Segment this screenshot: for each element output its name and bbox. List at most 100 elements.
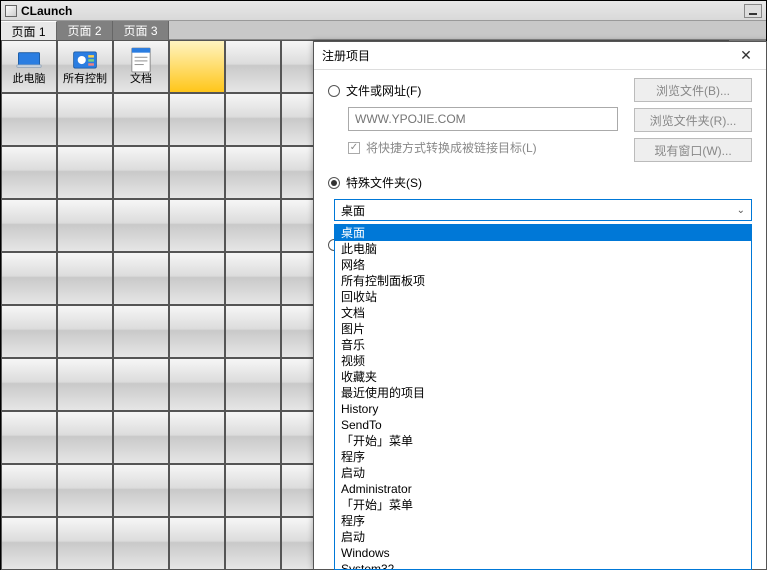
dropdown-item[interactable]: 此电脑	[335, 241, 751, 257]
dropdown-item[interactable]: 回收站	[335, 289, 751, 305]
grid-cell[interactable]	[113, 199, 169, 252]
grid-cell[interactable]	[169, 305, 225, 358]
tabbar: 页面 1 页面 2 页面 3	[1, 21, 766, 40]
existing-window-button[interactable]: 现有窗口(W)...	[634, 138, 752, 162]
grid-cell[interactable]	[225, 358, 281, 411]
grid-cell[interactable]	[169, 146, 225, 199]
grid-cell[interactable]	[113, 93, 169, 146]
grid-cell[interactable]	[113, 464, 169, 517]
dropdown-item[interactable]: 程序	[335, 513, 751, 529]
dropdown-item[interactable]: 网络	[335, 257, 751, 273]
dropdown-item[interactable]: SendTo	[335, 417, 751, 433]
grid-cell[interactable]	[225, 93, 281, 146]
grid-cell[interactable]	[57, 517, 113, 570]
grid-cell[interactable]	[1, 199, 57, 252]
radio-file-url-label: 文件或网址(F)	[346, 82, 421, 99]
grid-cell[interactable]	[169, 252, 225, 305]
grid-cell[interactable]	[1, 252, 57, 305]
dropdown-item[interactable]: 桌面	[335, 225, 751, 241]
grid-cell[interactable]	[57, 93, 113, 146]
browse-folder-button[interactable]: 浏览文件夹(R)...	[634, 108, 752, 132]
grid-cell[interactable]	[169, 93, 225, 146]
main-window: CLaunch 页面 1 页面 2 页面 3 此电脑所有控制文档 注册项目 ✕ …	[0, 0, 767, 570]
grid-cell[interactable]	[225, 305, 281, 358]
dropdown-item[interactable]: 程序	[335, 449, 751, 465]
grid-cell[interactable]	[113, 517, 169, 570]
grid-cell[interactable]	[113, 358, 169, 411]
grid-cell[interactable]	[113, 146, 169, 199]
dropdown-item[interactable]: 文档	[335, 305, 751, 321]
grid-cell-highlighted[interactable]	[169, 40, 225, 93]
dropdown-item[interactable]: 视频	[335, 353, 751, 369]
tab-page-2[interactable]: 页面 2	[57, 21, 113, 40]
doc-icon	[127, 48, 155, 72]
grid-cell[interactable]	[169, 464, 225, 517]
dropdown-item[interactable]: 收藏夹	[335, 369, 751, 385]
grid-cell[interactable]	[225, 411, 281, 464]
convert-checkbox[interactable]: ✓	[348, 142, 360, 154]
grid-cell[interactable]	[1, 517, 57, 570]
dropdown-item[interactable]: History	[335, 401, 751, 417]
dropdown-item[interactable]: 「开始」菜单	[335, 497, 751, 513]
radio-file-url[interactable]	[328, 85, 340, 97]
grid-cell[interactable]	[57, 146, 113, 199]
tab-page-3[interactable]: 页面 3	[113, 21, 169, 40]
grid-cell[interactable]	[225, 40, 281, 93]
convert-checkbox-label: 将快捷方式转换成被链接目标(L)	[366, 139, 537, 156]
dropdown-item[interactable]: 启动	[335, 529, 751, 545]
grid-cell[interactable]	[113, 252, 169, 305]
grid-cell[interactable]	[57, 464, 113, 517]
grid-cell[interactable]	[225, 464, 281, 517]
dropdown-item[interactable]: 「开始」菜单	[335, 433, 751, 449]
special-folder-select[interactable]: 桌面 ⌄	[334, 199, 752, 221]
grid-cell[interactable]	[225, 146, 281, 199]
grid-cell[interactable]	[169, 517, 225, 570]
launcher-item-doc[interactable]: 文档	[113, 40, 169, 93]
cell-label: 此电脑	[13, 74, 46, 85]
cell-label: 文档	[130, 74, 152, 85]
titlebar: CLaunch	[1, 1, 766, 21]
grid-cell[interactable]	[225, 199, 281, 252]
grid-cell[interactable]	[169, 199, 225, 252]
minimize-button[interactable]	[744, 4, 762, 18]
grid-cell[interactable]	[1, 146, 57, 199]
dropdown-item[interactable]: 音乐	[335, 337, 751, 353]
grid-cell[interactable]	[169, 411, 225, 464]
dropdown-item[interactable]: 所有控制面板项	[335, 273, 751, 289]
special-folder-dropdown[interactable]: 桌面此电脑网络所有控制面板项回收站文档图片音乐视频收藏夹最近使用的项目Histo…	[334, 224, 752, 570]
dropdown-item[interactable]: Administrator	[335, 481, 751, 497]
grid-cell[interactable]	[1, 358, 57, 411]
grid-cell[interactable]	[225, 517, 281, 570]
select-current-value: 桌面	[341, 202, 365, 219]
dialog-titlebar: 注册项目 ✕	[314, 42, 766, 70]
close-icon[interactable]: ✕	[734, 46, 758, 66]
browse-file-button[interactable]: 浏览文件(B)...	[634, 78, 752, 102]
url-input[interactable]	[348, 107, 618, 131]
grid-cell[interactable]	[1, 93, 57, 146]
dropdown-item[interactable]: 启动	[335, 465, 751, 481]
launcher-item-pc[interactable]: 此电脑	[1, 40, 57, 93]
tab-page-1[interactable]: 页面 1	[1, 21, 57, 40]
app-title: CLaunch	[21, 4, 72, 18]
dropdown-item[interactable]: System32	[335, 561, 751, 570]
grid-cell[interactable]	[57, 199, 113, 252]
pc-icon	[15, 48, 43, 72]
grid-cell[interactable]	[225, 252, 281, 305]
ctrl-icon	[71, 48, 99, 72]
dropdown-item[interactable]: Windows	[335, 545, 751, 561]
grid-cell[interactable]	[57, 252, 113, 305]
grid-cell[interactable]	[1, 464, 57, 517]
grid-cell[interactable]	[57, 305, 113, 358]
grid-cell[interactable]	[113, 305, 169, 358]
grid-cell[interactable]	[1, 305, 57, 358]
app-icon	[5, 5, 17, 17]
launcher-item-ctrl[interactable]: 所有控制	[57, 40, 113, 93]
grid-cell[interactable]	[169, 358, 225, 411]
radio-special-folder[interactable]	[328, 177, 340, 189]
dropdown-item[interactable]: 图片	[335, 321, 751, 337]
grid-cell[interactable]	[57, 411, 113, 464]
dropdown-item[interactable]: 最近使用的项目	[335, 385, 751, 401]
grid-cell[interactable]	[57, 358, 113, 411]
grid-cell[interactable]	[113, 411, 169, 464]
grid-cell[interactable]	[1, 411, 57, 464]
